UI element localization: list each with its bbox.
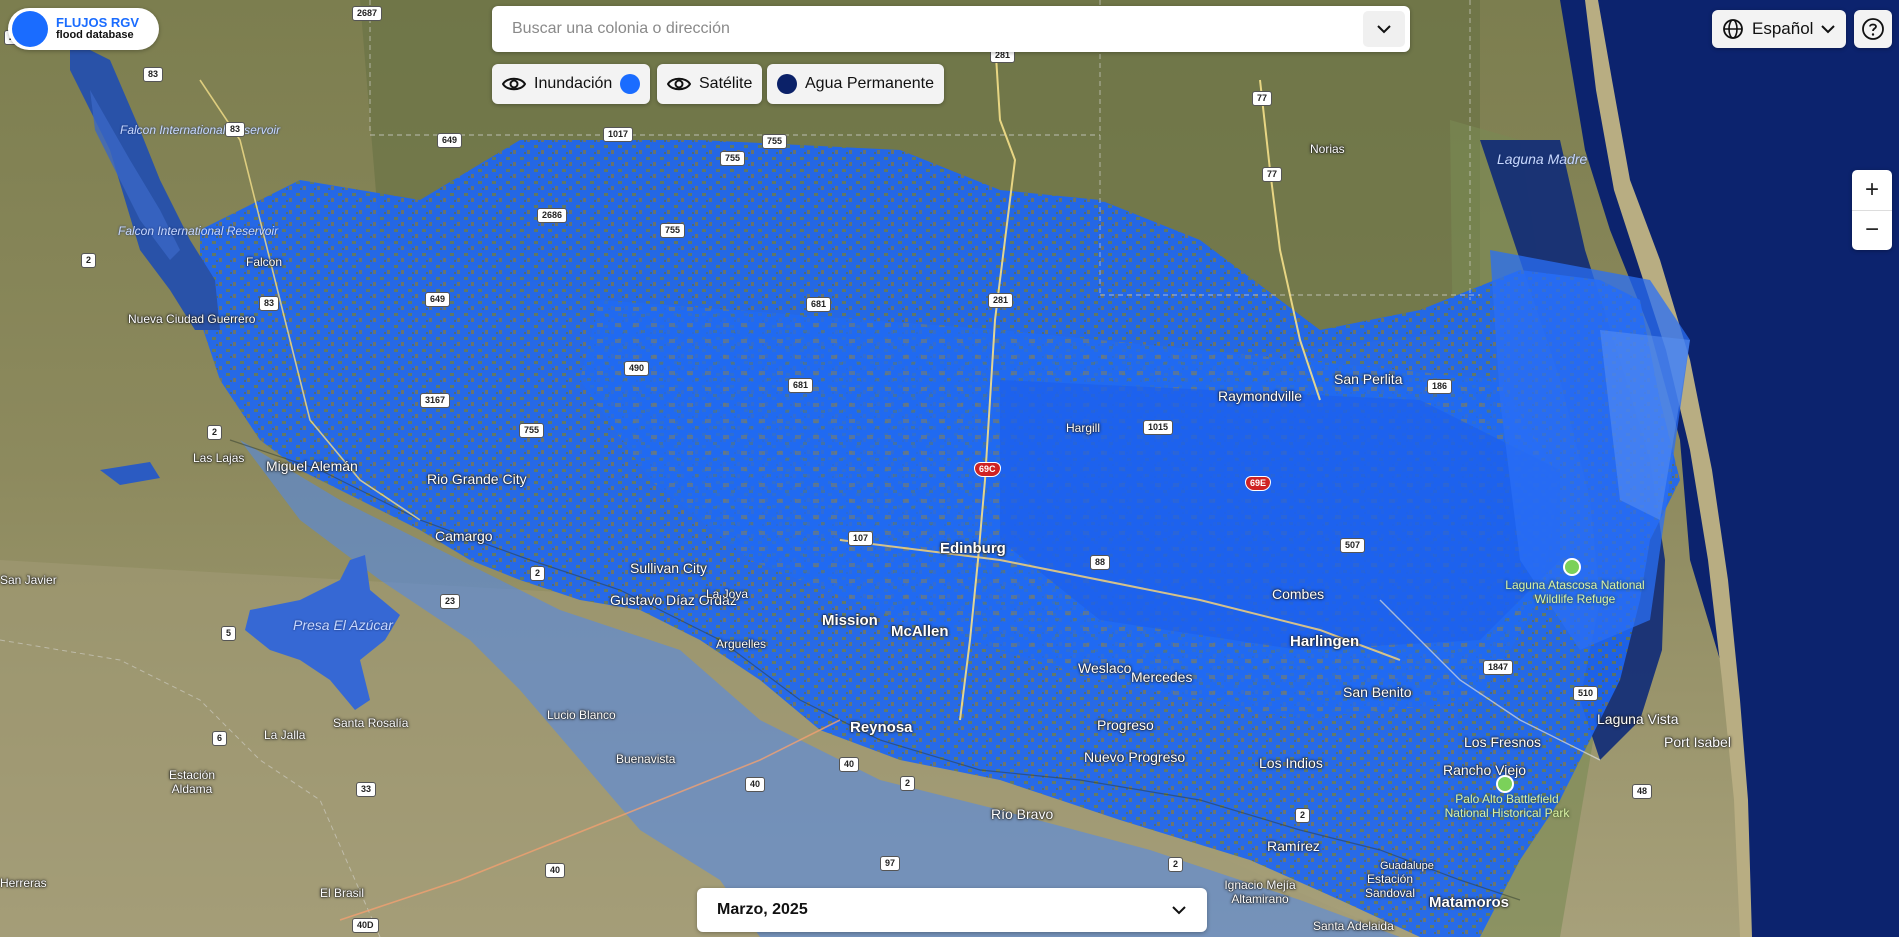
zoom-out-button[interactable]: − — [1852, 209, 1892, 251]
date-value: Marzo, 2025 — [717, 901, 808, 918]
brand-subtitle: flood database — [56, 29, 134, 41]
chevron-down-icon — [1821, 24, 1836, 33]
eye-icon — [667, 77, 691, 91]
logo-icon — [12, 11, 48, 47]
layer-toggle-permanent-water[interactable]: Agua Permanente — [767, 64, 944, 104]
language-selector[interactable]: Español — [1712, 10, 1846, 48]
globe-icon — [1723, 19, 1743, 39]
layer-label: Agua Permanente — [805, 75, 934, 92]
help-icon — [1862, 18, 1884, 40]
layer-label: Inundación — [534, 75, 613, 92]
flood-color-swatch — [620, 74, 641, 94]
language-label: Español — [1752, 19, 1814, 38]
chevron-down-icon — [1377, 25, 1391, 34]
map[interactable]: Falcon International Reservoir Falcon In… — [0, 0, 1899, 937]
brand-logo[interactable]: FLUJOS RGV flood database — [8, 8, 160, 50]
layer-toggle-flood[interactable]: Inundación — [492, 64, 651, 104]
permanent-water-swatch — [777, 74, 797, 94]
park-marker-icon[interactable] — [1563, 558, 1581, 576]
search-dropdown-button[interactable] — [1363, 11, 1405, 47]
help-button[interactable] — [1854, 10, 1892, 48]
layer-label: Satélite — [699, 75, 753, 92]
eye-icon — [502, 77, 526, 91]
brand-text: FLUJOS RGV flood database — [56, 16, 139, 42]
zoom-controls: + − — [1852, 170, 1892, 250]
zoom-in-button[interactable]: + — [1852, 170, 1892, 210]
map-canvas — [0, 0, 1899, 937]
date-selector[interactable]: Marzo, 2025 — [697, 888, 1207, 932]
layer-toggle-satellite[interactable]: Satélite — [657, 64, 763, 104]
search-input[interactable] — [492, 20, 1363, 38]
brand-title: FLUJOS RGV — [56, 15, 140, 30]
park-marker-icon[interactable] — [1496, 775, 1514, 793]
chevron-down-icon — [1172, 906, 1186, 915]
search-bar — [492, 6, 1410, 52]
